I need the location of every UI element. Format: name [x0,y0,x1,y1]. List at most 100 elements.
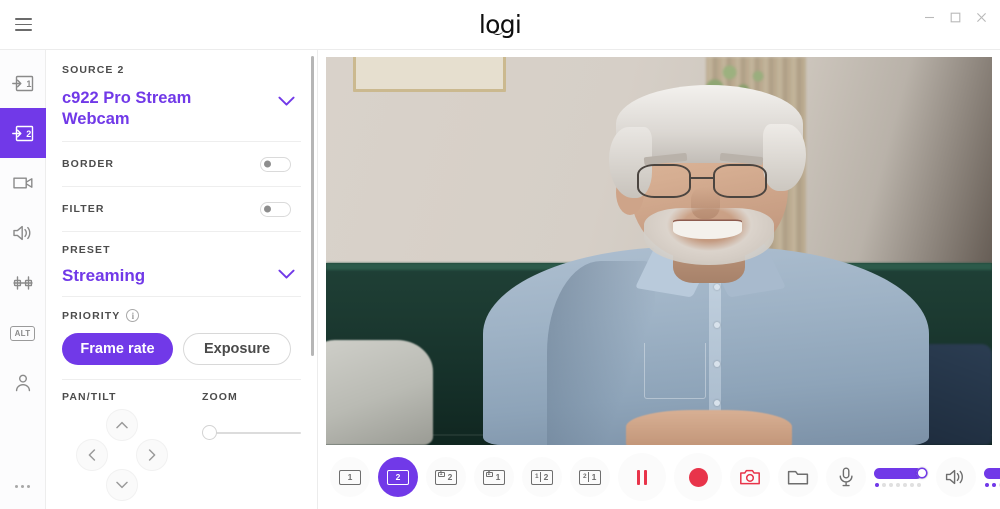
source-label: SOURCE 2 [62,64,125,76]
filter-toggle[interactable] [260,201,291,217]
layout-split-1-2-icon: 1 2 [531,469,553,485]
speaker-button[interactable] [936,457,976,497]
hamburger-menu-icon[interactable] [0,0,46,50]
microphone-level-meter [874,482,928,487]
video-preview[interactable] [326,57,992,445]
alt-key-icon: ALT [9,325,36,341]
speaker-volume-bar[interactable] [984,467,1000,479]
source-section: SOURCE 2 c922 Pro Stream Webcam [62,50,301,141]
panel-scrollbar-thumb[interactable] [311,56,314,356]
speaker-volume-slider[interactable] [984,467,1000,487]
stage: 1 2 1 2 2 1 1 2 2 1 [318,50,1000,509]
microphone-volume-knob[interactable] [916,467,928,479]
logo-smile-icon [491,30,503,35]
person-hands [626,409,792,445]
minimize-button[interactable] [916,4,942,30]
scene-curtain [705,57,806,302]
layout-split-1-2-button[interactable]: 1 2 [522,457,562,497]
toggle-knob [264,205,271,213]
person-shirt-button [713,283,720,290]
priority-exposure-button[interactable]: Exposure [183,333,291,366]
source-value: c922 Pro Stream Webcam [62,89,192,128]
dot [21,484,24,488]
settings-panel: SOURCE 2 c922 Pro Stream Webcam BORDER F… [46,50,318,509]
layout-num: 2 [395,471,401,482]
more-options-icon[interactable] [0,463,46,509]
maximize-button[interactable] [942,4,968,30]
microphone-button[interactable] [826,457,866,497]
layout-split-2-1-button[interactable]: 2 1 [570,457,610,497]
person-eyebrow-right [719,153,764,166]
chevron-down-icon [278,267,295,285]
scene-sofa [326,262,992,445]
pause-button[interactable] [618,453,666,501]
pantilt-zoom-section: PAN/TILT ZOOM [62,379,301,502]
layout-main-num: 1 [591,471,597,482]
sidebar-item-source-1[interactable]: 1 [0,58,46,108]
sidebar-item-source-2[interactable]: 2 [0,108,46,158]
microphone-volume-slider[interactable] [874,467,928,487]
person-glasses-right-lens [712,164,767,198]
chevron-down-icon [278,94,295,112]
pantilt-right-button[interactable] [136,439,168,472]
person-neck [673,226,746,283]
filter-label: FILTER [62,203,105,216]
scene-wall [326,57,992,445]
meter-dot [889,482,893,487]
zoom-slider-knob[interactable] [202,425,217,441]
pantilt-left-button[interactable] [76,439,108,472]
filter-row: FILTER [62,186,301,231]
record-button[interactable] [674,453,722,501]
layout-sub-num: 2 [485,472,493,477]
layout-single-1-icon: 1 [339,469,361,485]
meter-dot [903,482,907,487]
person-head [630,98,789,262]
sidebar-item-audio[interactable] [0,208,46,258]
layout-sub-num: 1 [534,472,541,482]
layout-single-1-button[interactable]: 1 [330,457,370,497]
sidebar-item-mixer[interactable] [0,258,46,308]
meter-dot [917,482,921,487]
info-icon[interactable]: i [126,309,140,323]
layout-split-2-1-icon: 2 1 [579,469,601,485]
meter-dot [992,482,996,487]
sidebar-item-recording[interactable] [0,158,46,208]
preset-dropdown[interactable]: Streaming [62,266,301,286]
pantilt-down-button[interactable] [106,469,138,502]
app-window: logi 1 2 ALT SOURCE 2 c922 Pro Stream We… [0,0,1000,509]
close-button[interactable] [968,4,994,30]
scene-sofa-seam [326,433,992,436]
source-dropdown[interactable]: c922 Pro Stream Webcam [62,88,301,129]
layout-single-2-icon: 2 [387,469,409,485]
microphone-volume-bar[interactable] [874,467,928,479]
preset-section: PRESET Streaming [62,231,301,296]
priority-frame-rate-button[interactable]: Frame rate [62,333,173,366]
layout-sub-num: 1 [437,472,445,477]
snapshot-button[interactable] [730,457,770,497]
meter-dot [896,482,900,487]
pantilt-label: PAN/TILT [62,391,117,404]
layout-single-2-button[interactable]: 2 [378,457,418,497]
speaker-volume-fill [984,467,1000,479]
scene-picture-frame [352,57,506,92]
pantilt-dpad [62,409,182,502]
scene-sofa-top-edge [326,262,992,270]
record-icon [688,467,708,487]
microphone-volume-fill [874,467,922,479]
zoom-slider[interactable] [202,425,301,441]
layout-pip-1-over-2-button[interactable]: 1 2 [426,457,466,497]
layout-pip-2-over-1-button[interactable]: 2 1 [474,457,514,497]
pantilt-up-button[interactable] [106,409,138,442]
open-folder-button[interactable] [778,457,818,497]
left-nav-rail: 1 2 ALT [0,50,46,509]
sidebar-item-alt[interactable]: ALT [0,308,46,358]
sidebar-item-profile[interactable] [0,358,46,408]
scene-hanging-plant [692,57,806,123]
hamburger-line [14,23,32,26]
person-shirt-button [713,361,720,368]
border-toggle[interactable] [260,156,291,172]
layout-pip-1-over-2-icon: 1 2 [435,469,457,485]
layout-num: 1 [347,471,353,482]
window-controls [916,0,994,34]
layout-main-num: 2 [447,471,453,482]
